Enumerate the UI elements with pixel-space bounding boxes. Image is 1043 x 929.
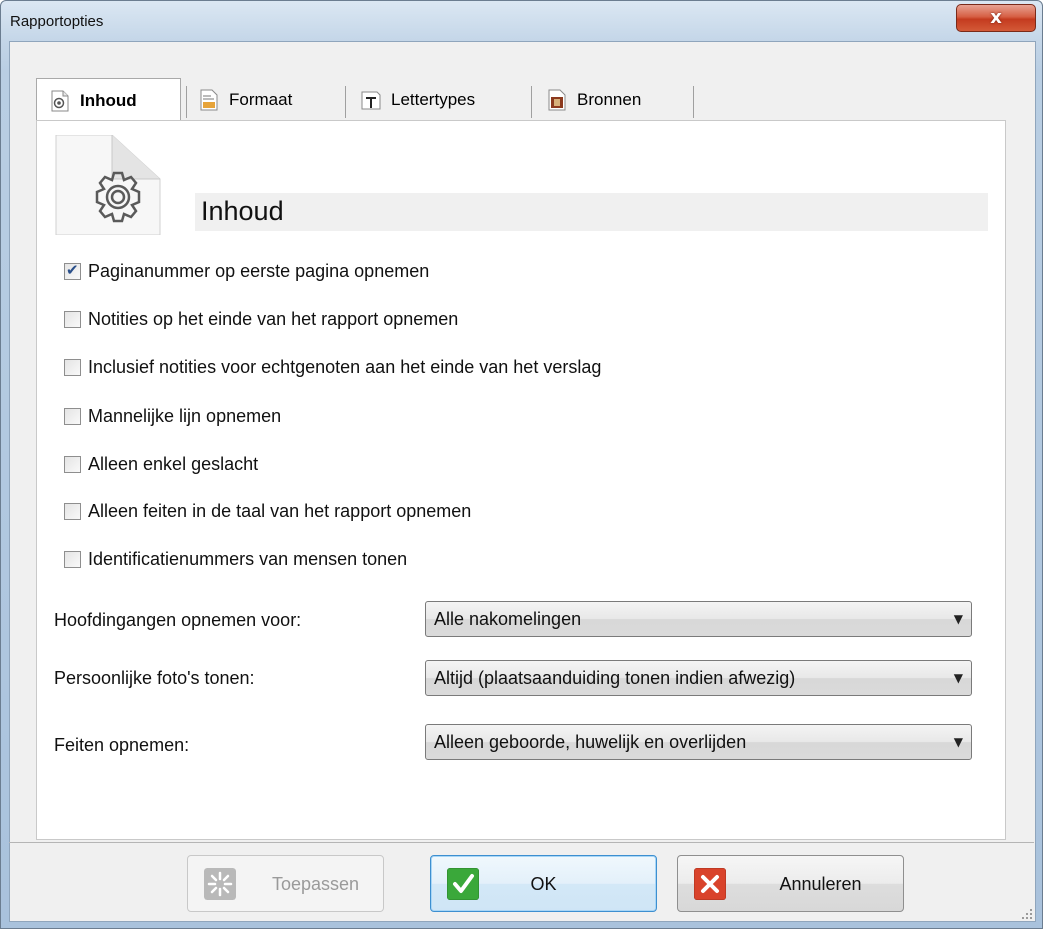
tab-lettertypes[interactable]: Lettertypes (360, 78, 525, 122)
checkbox-label: Alleen feiten in de taal van het rapport… (88, 500, 472, 521)
checkbox[interactable] (64, 455, 81, 473)
checkbox-facts-report-language[interactable]: Alleen feiten in de taal van het rapport… (64, 498, 471, 524)
checkbox-label: Inclusief notities voor echtgenoten aan … (88, 356, 602, 377)
window-title: Rapportopties (10, 13, 104, 30)
checkbox[interactable] (64, 407, 81, 425)
checkbox[interactable] (64, 261, 81, 280)
checkbox-label: Notities op het einde van het rapport op… (88, 308, 459, 329)
button-label: Annuleren (779, 874, 862, 894)
include-facts-label: Feiten opnemen: (54, 735, 190, 755)
footer-divider (9, 842, 1034, 843)
checkbox-label: Identificatienummers van mensen tonen (88, 548, 408, 569)
personal-photos-select[interactable]: Altijd (plaatsaanduiding tonen indien af… (425, 660, 972, 696)
tab-inhoud[interactable]: Inhoud (36, 78, 181, 122)
close-icon: x (990, 7, 1002, 28)
close-button[interactable]: x (956, 4, 1036, 32)
select-value: Alleen geboorde, huwelijk en overlijden (434, 732, 747, 752)
gear-document-icon (55, 135, 161, 235)
button-label: OK (530, 874, 557, 894)
gear-document-icon (51, 90, 69, 111)
checkbox[interactable] (64, 358, 81, 376)
section-title: Inhoud (201, 196, 284, 226)
ok-button[interactable]: OK (430, 855, 657, 912)
tab-separator (186, 86, 187, 118)
chevron-down-icon: ▼ (953, 612, 963, 626)
button-label: Toepassen (271, 874, 360, 894)
tab-label: Lettertypes (391, 90, 476, 109)
main-entries-label: Hoofdingangen opnemen voor: (54, 610, 302, 630)
tab-separator (345, 86, 346, 118)
tab-separator (693, 86, 694, 118)
tab-label: Bronnen (577, 90, 642, 109)
chevron-down-icon: ▼ (953, 671, 963, 685)
apply-button[interactable]: Toepassen (187, 855, 384, 912)
personal-photos-label: Persoonlijke foto's tonen: (54, 668, 255, 688)
chevron-down-icon: ▼ (953, 735, 963, 749)
tab-label: Formaat (229, 90, 293, 109)
checkbox[interactable] (64, 550, 81, 568)
tab-formaat[interactable]: Formaat (198, 78, 338, 122)
checkbox-label: Alleen enkel geslacht (88, 453, 259, 474)
checkbox-spouse-notes[interactable]: Inclusief notities voor echtgenoten aan … (64, 354, 601, 380)
resize-grip-icon[interactable] (1020, 907, 1034, 921)
checkbox-page-number-first-page[interactable]: Paginanummer op eerste pagina opnemen (64, 258, 429, 284)
checkbox-notes-end-report[interactable]: Notities op het einde van het rapport op… (64, 306, 458, 332)
cancel-button[interactable]: Annuleren (677, 855, 904, 912)
checkbox[interactable] (64, 310, 81, 328)
tab-bronnen[interactable]: Bronnen (546, 78, 686, 122)
checkbox-male-line[interactable]: Mannelijke lijn opnemen (64, 403, 281, 429)
checkbox-label: Paginanummer op eerste pagina opnemen (88, 260, 430, 281)
tab-separator (531, 86, 532, 118)
section-heading-bar (195, 193, 988, 231)
format-document-icon (200, 89, 218, 111)
tab-label: Inhoud (80, 90, 137, 110)
select-value: Alle nakomelingen (434, 609, 582, 629)
main-entries-select[interactable]: Alle nakomelingen ▼ (425, 601, 972, 637)
archive-box-icon (548, 89, 566, 111)
checkbox[interactable] (64, 502, 81, 520)
checkbox-single-gender[interactable]: Alleen enkel geslacht (64, 451, 258, 477)
title-bar[interactable]: Rapportopties x (1, 1, 1042, 41)
select-value: Altijd (plaatsaanduiding tonen indien af… (434, 668, 796, 688)
font-t-icon (361, 91, 381, 110)
include-facts-select[interactable]: Alleen geboorde, huwelijk en overlijden … (425, 724, 972, 760)
checkbox-show-id-numbers[interactable]: Identificatienummers van mensen tonen (64, 546, 407, 572)
checkbox-label: Mannelijke lijn opnemen (88, 405, 282, 426)
